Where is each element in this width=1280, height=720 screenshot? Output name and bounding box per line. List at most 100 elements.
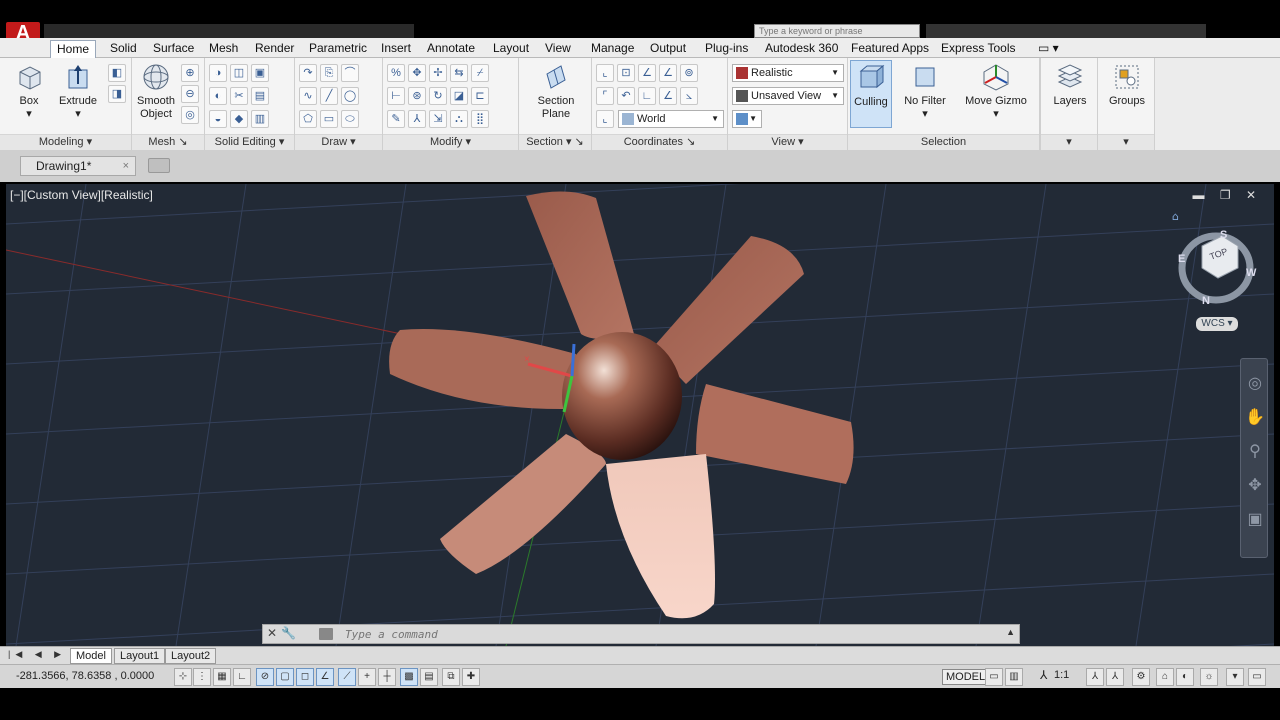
infer-constraints-icon[interactable]: ⊹	[174, 668, 192, 686]
arc-icon[interactable]: ⌒	[341, 64, 359, 82]
selection-panel-title[interactable]: Selection	[848, 134, 1039, 150]
auto-scale-icon[interactable]: ⅄	[1106, 668, 1124, 686]
coordinate-readout[interactable]: -281.3566, 78.6358 , 0.0000	[16, 670, 154, 682]
visual-style-dropdown[interactable]: Realistic ▼	[732, 64, 844, 82]
lineweight-icon[interactable]: ┼	[378, 668, 396, 686]
groups-button[interactable]: Groups	[1104, 62, 1150, 108]
section-panel-title[interactable]: Section ▾ ↘	[519, 134, 591, 150]
layers-button[interactable]: Layers	[1047, 62, 1093, 108]
drawing-viewport[interactable]: × TOP S W N E ⌂ [−][Custom View][Realist…	[6, 184, 1274, 646]
no-filter-button[interactable]: No Filter ▾	[900, 62, 950, 121]
close-command-line-icon[interactable]: ✕	[267, 626, 281, 640]
groups-panel-expand[interactable]: ▾	[1098, 134, 1154, 150]
dynamic-ucs-icon[interactable]: ⟋	[338, 668, 356, 686]
tab-express-tools[interactable]: Express Tools	[935, 40, 1021, 58]
ucs-previous-icon[interactable]: ↶	[617, 87, 635, 105]
rotate-icon[interactable]: ↻	[429, 87, 447, 105]
pan-icon[interactable]: ✋	[1241, 407, 1269, 427]
presspull-icon[interactable]: ◧	[108, 64, 126, 82]
named-view-dropdown[interactable]: Unsaved View ▼	[732, 87, 844, 105]
polysolid-icon[interactable]: ◨	[108, 85, 126, 103]
polygon-icon[interactable]: ⬠	[299, 110, 317, 128]
sign-in-area[interactable]	[926, 24, 1206, 38]
polar-array-icon[interactable]: ⛬	[450, 110, 468, 128]
quick-properties-icon[interactable]: ▤	[420, 668, 438, 686]
intersect-icon[interactable]: ◒	[209, 110, 227, 128]
viewcube[interactable]: TOP S W N E ⌂	[1172, 210, 1257, 307]
object-snap-tracking-icon[interactable]: ∠	[316, 668, 334, 686]
modeling-panel-title[interactable]: Modeling ▾	[0, 134, 131, 150]
ucs-origin-icon[interactable]: ∟	[638, 87, 656, 105]
workspace-switch-icon[interactable]: ⚙	[1132, 668, 1150, 686]
smooth-more-icon[interactable]: ⊕	[181, 64, 199, 82]
object-snap-icon[interactable]: ▢	[276, 668, 294, 686]
viewport-controls-label[interactable]: [−][Custom View][Realistic]	[10, 188, 153, 202]
solid-editing-panel-title[interactable]: Solid Editing ▾	[205, 134, 294, 150]
extrude-button[interactable]: Extrude ▾	[56, 62, 100, 121]
3d-rotate-icon[interactable]: ✢	[429, 64, 447, 82]
ucs-named-icon[interactable]: ⊚	[680, 64, 698, 82]
tab-surface[interactable]: Surface	[147, 40, 200, 58]
ucs-x-icon[interactable]: ∠	[638, 64, 656, 82]
tab-layout[interactable]: Layout	[487, 40, 535, 58]
lock-icon[interactable]: ⌂	[1156, 668, 1174, 686]
orbit-icon[interactable]: ✥	[1241, 475, 1269, 495]
fillet-icon[interactable]: ⅄	[408, 110, 426, 128]
steering-wheel-icon[interactable]: ◎	[1241, 373, 1269, 393]
viewport-config-dropdown[interactable]: ▼	[732, 110, 762, 128]
status-menu-icon[interactable]: ▾	[1226, 668, 1244, 686]
rectangular-array-icon[interactable]: ⣿	[471, 110, 489, 128]
coordinates-panel-title[interactable]: Coordinates ↘	[592, 134, 727, 150]
move-gizmo-button[interactable]: Move Gizmo ▾	[960, 62, 1032, 121]
layers-panel-expand[interactable]: ▾	[1041, 134, 1097, 150]
view-panel-title[interactable]: View ▾	[728, 134, 847, 150]
clean-screen-icon[interactable]: ▭	[1248, 668, 1266, 686]
rectangle-icon[interactable]: ▭	[320, 110, 338, 128]
mesh-panel-title[interactable]: Mesh ↘	[132, 134, 204, 150]
gizmo-icon[interactable]: ✚	[462, 668, 480, 686]
offset-icon[interactable]: ⊏	[471, 87, 489, 105]
isolate-objects-icon[interactable]: ◐	[1176, 668, 1194, 686]
tab-layout2[interactable]: Layout2	[165, 648, 217, 664]
box-button[interactable]: Box ▾	[10, 62, 48, 121]
tab-layout1[interactable]: Layout1	[114, 648, 166, 664]
modify-panel-title[interactable]: Modify ▾	[383, 134, 518, 150]
dynamic-input-icon[interactable]: +	[358, 668, 376, 686]
transparency-icon[interactable]: ▩	[400, 668, 418, 686]
ortho-mode-icon[interactable]: ∟	[233, 668, 251, 686]
ucs-view-icon[interactable]: ⌜	[596, 87, 614, 105]
tab-annotate[interactable]: Annotate	[421, 40, 481, 58]
zoom-icon[interactable]: ⚲	[1241, 441, 1269, 461]
quick-view-drawings-icon[interactable]: ▥	[1005, 668, 1023, 686]
tab-solid[interactable]: Solid	[104, 40, 143, 58]
smooth-object-button[interactable]: Smooth Object	[134, 62, 178, 121]
subtract-icon[interactable]: ◐	[209, 87, 227, 105]
stretch-icon[interactable]: ⇲	[429, 110, 447, 128]
slice-icon[interactable]: ✂	[230, 87, 248, 105]
ucs-icon[interactable]: ⌞	[596, 64, 614, 82]
viewport-window-controls[interactable]: ▬ ❐ ✕	[1193, 188, 1262, 202]
scale-icon[interactable]: ◪	[450, 87, 468, 105]
section-plane-button[interactable]: Section Plane	[529, 62, 583, 121]
ucs-world-icon[interactable]: ⊡	[617, 64, 635, 82]
tab-manage[interactable]: Manage	[585, 40, 640, 58]
customize-icon[interactable]: 🔧	[281, 626, 300, 640]
move-icon[interactable]: ↷	[299, 64, 317, 82]
tab-view[interactable]: View	[539, 40, 577, 58]
command-history-up-icon[interactable]: ▲	[1006, 627, 1015, 637]
snap-mode-icon[interactable]: ⋮	[193, 668, 211, 686]
tab-home[interactable]: Home	[50, 40, 97, 58]
wcs-menu[interactable]: WCS ▾	[1196, 317, 1238, 331]
shell-icon[interactable]: ▥	[251, 110, 269, 128]
thicken-icon[interactable]: ◆	[230, 110, 248, 128]
grid-display-icon[interactable]: ▦	[213, 668, 231, 686]
quick-access-toolbar[interactable]	[44, 24, 414, 38]
tab-insert[interactable]: Insert	[375, 40, 417, 58]
tab-plug-ins[interactable]: Plug-ins	[699, 40, 754, 58]
tab-mesh[interactable]: Mesh	[203, 40, 244, 58]
tab-featured-apps[interactable]: Featured Apps	[845, 40, 935, 58]
annotation-scale-value[interactable]: 1:1	[1054, 669, 1069, 681]
tab-parametric[interactable]: Parametric	[303, 40, 373, 58]
3d-move-icon[interactable]: ✥	[408, 64, 426, 82]
refine-mesh-icon[interactable]: ◎	[181, 106, 199, 124]
